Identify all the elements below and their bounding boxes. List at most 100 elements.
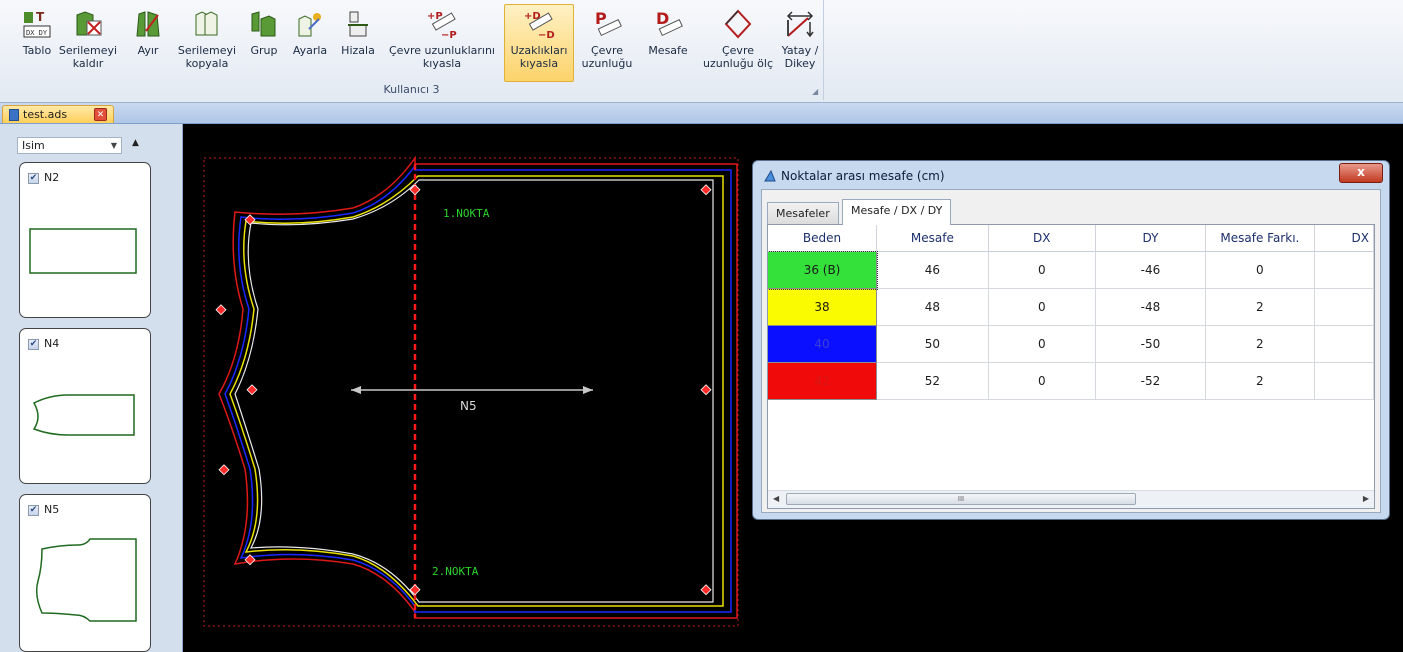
column-header-distance[interactable]: Mesafe <box>876 225 989 252</box>
group-button[interactable]: Grup <box>246 4 282 82</box>
document-tab-title: test.ads <box>23 108 68 121</box>
perimeter-button[interactable]: P Çevre uzunluğu <box>578 4 636 82</box>
scroll-left-icon[interactable]: ◀ <box>773 494 779 503</box>
table-row[interactable]: 38 48 0 -48 2 <box>768 288 1374 326</box>
svg-text:T: T <box>36 10 45 24</box>
cell-dx-2 <box>1314 362 1374 400</box>
horizontal-vertical-icon <box>783 7 817 41</box>
adjust-button-label: Ayarla <box>292 44 328 57</box>
group-button-label: Grup <box>250 44 278 57</box>
piece-thumbnail <box>32 394 135 436</box>
distance-grid: Beden Mesafe DX DY Mesafe Farkı. DX 36 (… <box>767 224 1375 509</box>
cell-distance: 52 <box>876 362 989 400</box>
horizontal-vertical-button[interactable]: Yatay / Dikey <box>779 4 821 82</box>
compare-distances-button[interactable]: +D −D Uzaklıkları kıyasla <box>504 4 574 82</box>
measure-perimeter-button[interactable]: Çevre uzunluğu ölç <box>699 4 777 82</box>
cell-dy: -48 <box>1095 288 1207 326</box>
distance-table: Beden Mesafe DX DY Mesafe Farkı. DX 36 (… <box>768 225 1374 400</box>
horizontal-scrollbar[interactable]: ◀ III ▶ <box>768 490 1374 508</box>
svg-text:−P: −P <box>441 30 457 40</box>
cell-dx: 0 <box>988 325 1096 363</box>
dialog-body: Mesafeler Mesafe / DX / DY Beden Mesafe … <box>761 189 1381 513</box>
compare-perimeters-icon: +P −P <box>425 7 459 41</box>
copy-grading-button[interactable]: Serilemeyi kopyala <box>176 4 238 82</box>
split-icon <box>131 7 165 41</box>
piece-card-n5[interactable]: ✔ N5 <box>19 494 151 652</box>
align-button-label: Hizala <box>341 44 375 57</box>
sort-field-value: Isim <box>22 139 45 152</box>
cell-dx-2 <box>1314 251 1374 289</box>
ribbon-group-user3: T DX DY Tablo Serilemeyi kaldır Ayır Seri… <box>0 0 824 100</box>
cell-dx-2 <box>1314 288 1374 326</box>
outline-size-36 <box>234 179 714 603</box>
document-tab-strip: test.ads ✕ <box>0 103 1403 124</box>
sort-ascending-icon[interactable]: ▲ <box>132 138 139 148</box>
align-icon <box>341 7 375 41</box>
cell-size: 36 (B) <box>768 250 878 290</box>
distance-icon: D <box>651 7 685 41</box>
column-header-dx-2[interactable]: DX <box>1314 225 1374 252</box>
ribbon: T DX DY Tablo Serilemeyi kaldır Ayır Seri… <box>0 0 1403 103</box>
tab-distances[interactable]: Mesafeler <box>767 202 839 224</box>
cell-dy: -46 <box>1095 251 1207 289</box>
table-row[interactable]: 42 52 0 -52 2 <box>768 362 1374 400</box>
column-header-dy[interactable]: DY <box>1095 225 1207 252</box>
split-button[interactable]: Ayır <box>131 4 165 82</box>
arrow-left-head <box>351 386 361 394</box>
remove-grading-button-label: Serilemeyi kaldır <box>58 44 118 70</box>
horizontal-vertical-button-label: Yatay / Dikey <box>781 44 819 70</box>
perimeter-icon: P <box>590 7 624 41</box>
scroll-thumb[interactable]: III <box>786 493 1136 505</box>
copy-grading-icon <box>190 7 224 41</box>
split-button-label: Ayır <box>137 44 159 57</box>
table-icon: T DX DY <box>20 7 54 41</box>
table-header-row: Beden Mesafe DX DY Mesafe Farkı. DX <box>768 225 1374 252</box>
table-button[interactable]: T DX DY Tablo <box>15 4 59 82</box>
cell-distance: 48 <box>876 288 989 326</box>
perimeter-button-label: Çevre uzunluğu <box>581 44 633 70</box>
svg-text:−D: −D <box>538 30 555 40</box>
cell-dx: 0 <box>988 362 1096 400</box>
dialog-launcher-icon[interactable]: ◢ <box>812 87 818 96</box>
compare-perimeters-button-label: Çevre uzunluklarını kıyasla <box>389 44 495 70</box>
cell-size: 38 <box>768 288 878 326</box>
sort-field-select[interactable]: Isim ▼ <box>17 137 122 154</box>
compare-distances-button-label: Uzaklıkları kıyasla <box>510 44 568 70</box>
column-header-size[interactable]: Beden <box>768 225 878 252</box>
piece-thumbnail <box>29 228 137 274</box>
scroll-right-icon[interactable]: ▶ <box>1363 494 1369 503</box>
ruler-icon <box>764 169 776 182</box>
group-icon <box>247 7 281 41</box>
cell-distance-diff: 0 <box>1205 251 1315 289</box>
cell-distance-diff: 2 <box>1205 288 1315 326</box>
table-row[interactable]: 36 (B) 46 0 -46 0 <box>768 250 1374 290</box>
compare-perimeters-button[interactable]: +P −P Çevre uzunluklarını kıyasla <box>383 4 501 82</box>
piece-card-n4[interactable]: ✔ N4 <box>19 328 151 484</box>
chevron-down-icon: ▼ <box>110 141 117 150</box>
align-button[interactable]: Hizala <box>337 4 379 82</box>
measure-perimeter-icon <box>721 7 755 41</box>
adjust-button[interactable]: Ayarla <box>287 4 333 82</box>
distance-dialog: Noktalar arası mesafe (cm) x Mesafeler M… <box>752 160 1390 520</box>
remove-grading-icon <box>71 7 105 41</box>
svg-text:DX DY: DX DY <box>26 29 48 37</box>
remove-grading-button[interactable]: Serilemeyi kaldır <box>58 4 118 82</box>
table-button-label: Tablo <box>22 44 52 57</box>
tab-distance-dx-dy[interactable]: Mesafe / DX / DY <box>842 199 952 225</box>
distance-button[interactable]: D Mesafe <box>641 4 695 82</box>
document-tab[interactable]: test.ads ✕ <box>2 105 114 123</box>
cell-distance-diff: 2 <box>1205 362 1315 400</box>
cell-dx: 0 <box>988 251 1096 289</box>
cell-dy: -50 <box>1095 325 1207 363</box>
cell-dx-2 <box>1314 325 1374 363</box>
piece-card-n2[interactable]: ✔ N2 <box>19 162 151 318</box>
piece-thumbnail <box>35 538 137 622</box>
arrow-right-head <box>583 386 593 394</box>
svg-text:P: P <box>595 9 607 28</box>
dialog-close-button[interactable]: x <box>1339 163 1383 183</box>
column-header-distance-diff[interactable]: Mesafe Farkı. <box>1205 225 1315 252</box>
copy-grading-button-label: Serilemeyi kopyala <box>177 44 237 70</box>
table-row[interactable]: 40 50 0 -50 2 <box>768 325 1374 363</box>
column-header-dx[interactable]: DX <box>988 225 1096 252</box>
close-icon[interactable]: ✕ <box>94 108 107 121</box>
